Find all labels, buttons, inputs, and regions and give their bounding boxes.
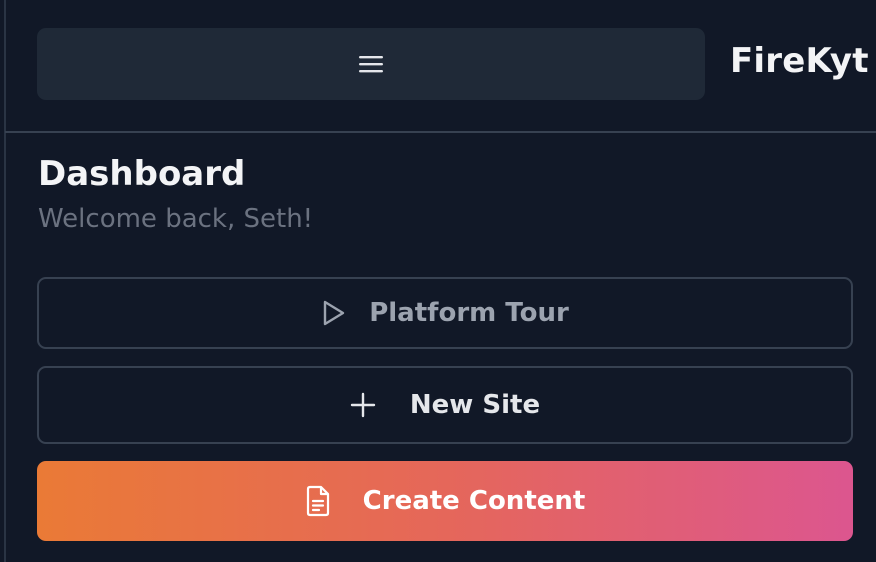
create-content-button[interactable]: Create Content bbox=[37, 461, 853, 541]
new-site-label: New Site bbox=[409, 390, 541, 420]
top-bar: FireKyt bbox=[0, 0, 876, 132]
header-divider bbox=[5, 131, 876, 133]
page-title: Dashboard bbox=[38, 154, 246, 194]
brand-name: FireKyt bbox=[730, 41, 869, 81]
plus-icon bbox=[350, 392, 376, 418]
hamburger-menu-icon bbox=[358, 54, 384, 74]
new-site-button[interactable]: New Site bbox=[37, 366, 853, 444]
platform-tour-button[interactable]: Platform Tour bbox=[37, 277, 853, 349]
platform-tour-label: Platform Tour bbox=[369, 298, 569, 328]
app: FireKyt Dashboard Welcome back, Seth! Pl… bbox=[0, 0, 876, 562]
menu-button[interactable] bbox=[37, 28, 705, 100]
document-icon bbox=[305, 485, 331, 517]
create-content-label: Create Content bbox=[362, 486, 586, 516]
play-icon bbox=[321, 299, 347, 327]
page-subtitle: Welcome back, Seth! bbox=[38, 204, 314, 234]
